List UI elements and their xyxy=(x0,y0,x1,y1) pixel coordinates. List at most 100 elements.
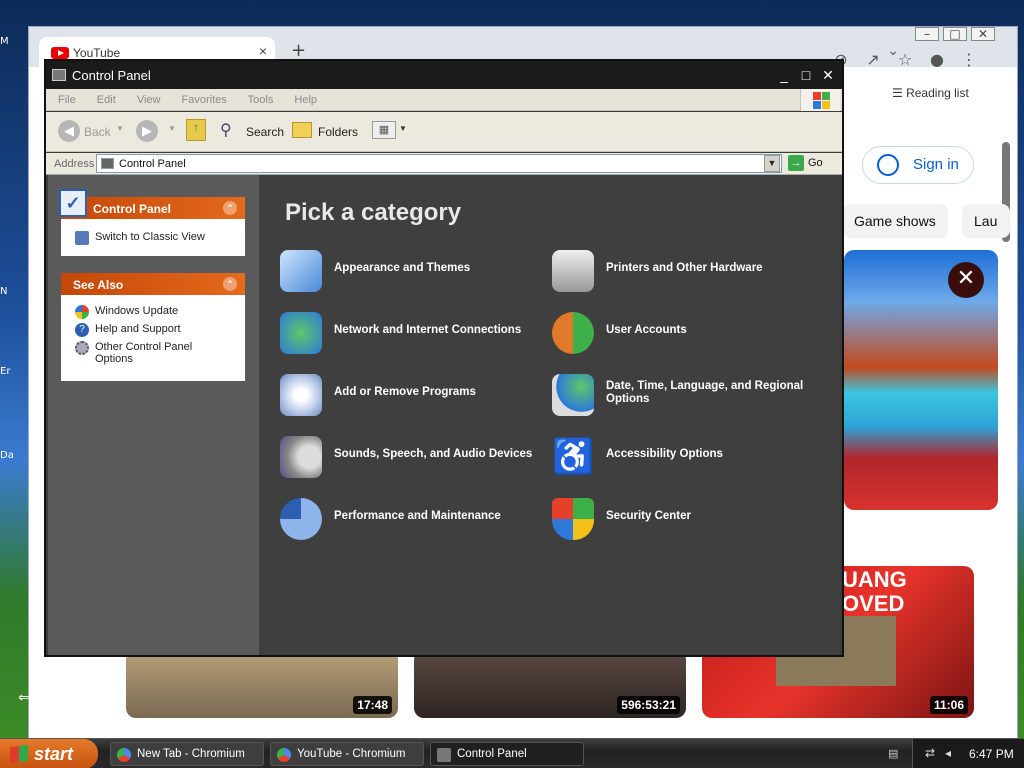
category-security-center[interactable]: Security Center xyxy=(552,498,691,540)
pie-chart-icon xyxy=(280,498,322,540)
category-label: Add or Remove Programs xyxy=(334,386,476,398)
volume-icon[interactable]: ◂ xyxy=(945,746,951,760)
category-label: Accessibility Options xyxy=(606,448,723,460)
category-performance-maintenance[interactable]: Performance and Maintenance xyxy=(280,498,501,540)
category-label: Appearance and Themes xyxy=(334,262,471,274)
maximize-icon[interactable]: □ xyxy=(798,67,814,83)
video-thumbnail[interactable]: 17:48 xyxy=(126,650,398,718)
taskbar: start New Tab - Chromium YouTube - Chrom… xyxy=(0,738,1024,768)
category-sounds-audio[interactable]: Sounds, Speech, and Audio Devices xyxy=(280,436,533,478)
calendar-globe-icon xyxy=(552,374,594,416)
account-icon xyxy=(877,154,899,176)
category-network-internet[interactable]: Network and Internet Connections xyxy=(280,312,521,354)
back-arrow-icon[interactable]: ◀ xyxy=(58,120,80,142)
help-icon: ? xyxy=(75,323,89,337)
search-button[interactable]: Search xyxy=(246,125,284,139)
menu-file[interactable]: File xyxy=(58,94,76,106)
category-label: Sounds, Speech, and Audio Devices xyxy=(334,448,533,460)
link-label: Windows Update xyxy=(95,305,179,317)
menu-view[interactable]: View xyxy=(137,94,161,106)
see-also-header[interactable]: See Also ⌃ xyxy=(61,273,245,295)
other-options-link[interactable]: Other Control Panel Options xyxy=(61,341,201,365)
minimize-icon[interactable]: _ xyxy=(776,67,792,83)
forward-arrow-icon[interactable]: ▶ xyxy=(136,120,158,142)
keyboard-icon[interactable]: ▤ xyxy=(888,747,898,760)
go-button[interactable]: → Go xyxy=(788,155,823,171)
windows-update-icon xyxy=(75,305,89,319)
back-label[interactable]: Back xyxy=(84,125,111,139)
forward-dropdown-icon[interactable]: ▼ xyxy=(168,124,176,133)
collapse-chevron-icon[interactable]: ⌃ xyxy=(223,201,237,215)
section-title: Control Panel xyxy=(93,202,172,216)
taskbar-item-youtube[interactable]: YouTube - Chromium xyxy=(270,742,424,766)
switch-classic-view-link[interactable]: Switch to Classic View xyxy=(61,231,245,245)
profile-icon[interactable]: ● xyxy=(926,50,948,69)
back-dropdown-icon[interactable]: ▼ xyxy=(116,124,124,133)
menu-favorites[interactable]: Favorites xyxy=(182,94,227,106)
video-duration: 596:53:21 xyxy=(617,696,680,714)
thumbnail-text-line: UANG xyxy=(842,567,907,592)
help-support-link[interactable]: ? Help and Support xyxy=(61,323,245,337)
maximize-icon[interactable]: □ xyxy=(943,27,967,41)
start-label: start xyxy=(34,744,74,764)
up-folder-icon[interactable]: ↑ xyxy=(186,119,206,141)
menu-help[interactable]: Help xyxy=(294,94,317,106)
category-add-remove-programs[interactable]: Add or Remove Programs xyxy=(280,374,476,416)
views-dropdown-icon[interactable]: ▼ xyxy=(399,124,407,133)
close-icon[interactable]: ✕ xyxy=(948,262,984,298)
desktop-icon-label[interactable]: Er xyxy=(0,366,18,380)
window-titlebar[interactable]: Control Panel _ □ ✕ xyxy=(46,61,842,89)
views-icon[interactable]: ▦ xyxy=(372,121,396,139)
chip-game-shows[interactable]: Game shows xyxy=(842,204,948,238)
category-user-accounts[interactable]: User Accounts xyxy=(552,312,687,354)
close-icon[interactable]: ✕ xyxy=(971,27,995,41)
system-tray: ⇄ ◂ 6:47 PM xyxy=(912,739,1024,768)
category-label: Date, Time, Language, and Regional Optio… xyxy=(606,380,804,405)
category-printers-hardware[interactable]: Printers and Other Hardware xyxy=(552,250,763,292)
taskbar-item-control-panel[interactable]: Control Panel xyxy=(430,742,584,766)
close-icon[interactable]: ✕ xyxy=(820,67,836,83)
clock[interactable]: 6:47 PM xyxy=(969,747,1014,761)
video-thumbnail[interactable]: 596:53:21 xyxy=(414,650,686,718)
reading-list-button[interactable]: ☰ Reading list xyxy=(892,86,969,100)
category-date-time-language[interactable]: Date, Time, Language, and Regional Optio… xyxy=(552,374,826,416)
windows-update-link[interactable]: Windows Update xyxy=(61,305,245,319)
collapse-chevron-icon[interactable]: ⌃ xyxy=(223,277,237,291)
network-icon[interactable]: ⇄ xyxy=(925,746,935,760)
star-icon[interactable]: ☆ xyxy=(894,50,916,69)
menu-edit[interactable]: Edit xyxy=(97,94,116,106)
reading-list-label: Reading list xyxy=(906,86,969,100)
start-button[interactable]: start xyxy=(0,739,98,768)
share-icon[interactable]: ↗ xyxy=(862,50,884,69)
menu-tools[interactable]: Tools xyxy=(248,94,274,106)
desktop-icon-label[interactable]: Da xyxy=(0,450,18,464)
search-icon[interactable]: ⚲ xyxy=(220,120,232,140)
category-appearance-themes[interactable]: Appearance and Themes xyxy=(280,250,471,292)
chip-lau[interactable]: Lau xyxy=(962,204,1010,238)
taskbar-item-new-tab[interactable]: New Tab - Chromium xyxy=(110,742,264,766)
gear-icon xyxy=(75,341,89,355)
chip-label: Lau xyxy=(974,213,998,229)
menu-dots-icon[interactable]: ⋮ xyxy=(958,50,980,69)
address-dropdown-icon[interactable]: ▼ xyxy=(764,155,780,172)
minimize-icon[interactable]: – xyxy=(915,27,939,41)
desktop-icon-label[interactable]: N xyxy=(0,286,18,300)
folders-button[interactable]: Folders xyxy=(318,125,358,139)
task-label: New Tab - Chromium xyxy=(137,748,245,760)
address-input[interactable]: Control Panel xyxy=(96,154,782,173)
close-tab-icon[interactable]: × xyxy=(259,43,267,59)
sign-in-button[interactable]: Sign in xyxy=(862,146,974,184)
task-label: Control Panel xyxy=(457,748,527,760)
speaker-music-icon xyxy=(280,436,322,478)
control-panel-section-header[interactable]: ✓ Control Panel ⌃ xyxy=(59,189,245,219)
desktop-icon-label[interactable]: M xyxy=(0,36,18,50)
thumbnail-text-line: OVED xyxy=(842,591,905,616)
task-label: YouTube - Chromium xyxy=(297,748,406,760)
control-panel-window: Control Panel _ □ ✕ File Edit View Favor… xyxy=(44,59,844,657)
category-accessibility[interactable]: ♿ Accessibility Options xyxy=(552,438,723,476)
address-value: Control Panel xyxy=(119,158,186,170)
new-tab-button[interactable]: + xyxy=(291,40,306,61)
page-title: Pick a category xyxy=(285,199,462,226)
control-panel-icon xyxy=(52,69,66,81)
shield-icon xyxy=(552,498,594,540)
